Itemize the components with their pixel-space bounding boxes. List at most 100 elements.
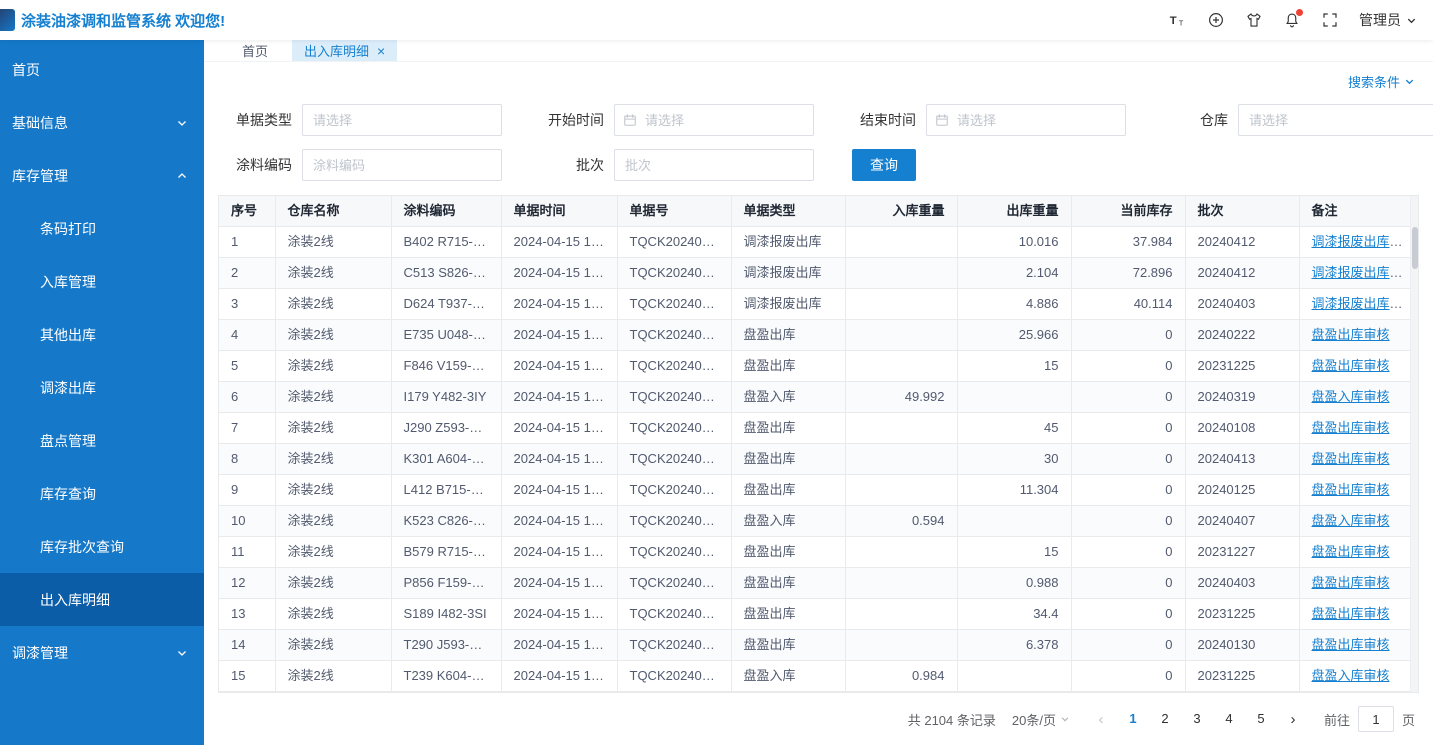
page-number-1[interactable]: 1 — [1120, 706, 1146, 732]
paint-code-input[interactable] — [302, 149, 502, 181]
main-area: 首页 出入库明细 × 搜索条件 单据类型 — [204, 40, 1433, 745]
circle-plus-icon[interactable] — [1207, 11, 1225, 29]
notification-bell-icon[interactable] — [1283, 11, 1301, 29]
fullscreen-icon[interactable] — [1321, 11, 1339, 29]
svg-text:T: T — [1179, 18, 1184, 27]
cell-index: 10 — [219, 506, 275, 537]
warehouse-select[interactable] — [1238, 104, 1433, 136]
remark-link[interactable]: 盘盈出库审核 — [1312, 575, 1390, 590]
cell-remark: 盘盈出库审核 — [1299, 568, 1418, 599]
page-number-5[interactable]: 5 — [1248, 706, 1274, 732]
sidebar-item-home[interactable]: 首页 — [0, 43, 204, 96]
theme-skin-icon[interactable] — [1245, 11, 1263, 29]
sidebar-subitem[interactable]: 库存批次查询 — [0, 520, 204, 573]
cell-warehouse-name: 涂装2线 — [275, 351, 391, 382]
remark-link[interactable]: 盘盈出库审核 — [1312, 544, 1390, 559]
cell-out-weight: 30 — [957, 444, 1071, 475]
cell-doc-time: 2024-04-15 14:... — [501, 599, 617, 630]
prev-page-button[interactable]: ‹ — [1090, 712, 1112, 727]
remark-link[interactable]: 盘盈出库审核 — [1312, 358, 1390, 373]
app-logo-icon — [0, 9, 15, 31]
sidebar-subitem[interactable]: 调漆出库 — [0, 361, 204, 414]
sidebar-item-basic-info[interactable]: 基础信息 — [0, 96, 204, 149]
sidebar-subitem[interactable]: 其他出库 — [0, 308, 204, 361]
cell-doc-type: 调漆报废出库 — [731, 227, 845, 258]
cell-doc-type: 盘盈出库 — [731, 320, 845, 351]
cell-warehouse-name: 涂装2线 — [275, 320, 391, 351]
batch-input[interactable] — [614, 149, 814, 181]
app-title: 涂装油漆调和监管系统 欢迎您! — [21, 10, 225, 31]
cell-out-weight: 10.016 — [957, 227, 1071, 258]
remark-link[interactable]: 盘盈出库审核 — [1312, 482, 1390, 497]
cell-in-weight — [845, 444, 957, 475]
tab-close-icon[interactable]: × — [377, 44, 385, 58]
cell-current-stock: 0 — [1071, 537, 1185, 568]
sidebar-item-paint-mixing[interactable]: 调漆管理 — [0, 626, 204, 679]
cell-doc-no: TQCK2024041.... — [617, 289, 731, 320]
cell-batch: 20240412 — [1185, 227, 1299, 258]
remark-link[interactable]: 盘盈入库审核 — [1312, 389, 1390, 404]
cell-doc-type: 调漆报废出库 — [731, 289, 845, 320]
remark-link[interactable]: 调漆报废出库审核 — [1312, 234, 1416, 249]
cell-doc-no: TQCK2024041.... — [617, 599, 731, 630]
cell-doc-type: 盘盈出库 — [731, 537, 845, 568]
cell-doc-type: 盘盈出库 — [731, 351, 845, 382]
page-number-3[interactable]: 3 — [1184, 706, 1210, 732]
remark-link[interactable]: 盘盈出库审核 — [1312, 606, 1390, 621]
cell-doc-time: 2024-04-15 14:... — [501, 444, 617, 475]
sidebar-subitem[interactable]: 库存查询 — [0, 467, 204, 520]
tab-inout-detail[interactable]: 出入库明细 × — [292, 40, 397, 61]
search-conditions-toggle[interactable]: 搜索条件 — [1348, 72, 1415, 91]
start-date-input[interactable] — [614, 104, 814, 136]
remark-link[interactable]: 调漆报废出库审核 — [1312, 296, 1416, 311]
remark-link[interactable]: 盘盈出库审核 — [1312, 420, 1390, 435]
page-size-select[interactable]: 20条/页 — [1012, 710, 1070, 729]
cell-paint-code: L412 B715-6LB — [391, 475, 501, 506]
user-menu[interactable]: 管理员 — [1359, 10, 1417, 30]
remark-link[interactable]: 盘盈出库审核 — [1312, 451, 1390, 466]
sidebar-item-inventory[interactable]: 库存管理 — [0, 149, 204, 202]
cell-index: 5 — [219, 351, 275, 382]
cell-doc-type: 盘盈入库 — [731, 382, 845, 413]
sidebar-subitem[interactable]: 出入库明细 — [0, 573, 204, 626]
page-content: 搜索条件 单据类型 开始时间 — [204, 62, 1433, 745]
table-row: 10涂装2线K523 C826-7MA2024-04-15 14:...TQCK… — [219, 506, 1418, 537]
cell-index: 4 — [219, 320, 275, 351]
sidebar-subitem[interactable]: 入库管理 — [0, 255, 204, 308]
cell-in-weight — [845, 568, 957, 599]
tab-label: 首页 — [242, 41, 268, 60]
field-label: 涂料编码 — [218, 155, 292, 175]
doc-type-select[interactable] — [302, 104, 502, 136]
sidebar-subitem[interactable]: 条码打印 — [0, 202, 204, 255]
goto-page-input[interactable] — [1358, 706, 1394, 732]
cell-doc-time: 2024-04-15 14:... — [501, 320, 617, 351]
app-root: 涂装油漆调和监管系统 欢迎您! TT 管理员 — [0, 0, 1433, 745]
end-date-input[interactable] — [926, 104, 1126, 136]
font-size-icon[interactable]: TT — [1169, 11, 1187, 29]
remark-link[interactable]: 调漆报废出库审核 — [1312, 265, 1416, 280]
cell-out-weight: 15 — [957, 351, 1071, 382]
table-row: 14涂装2线T290 J593-4TJ2024-04-15 14:...TQCK… — [219, 630, 1418, 661]
sidebar-subitem[interactable]: 盘点管理 — [0, 414, 204, 467]
tab-home[interactable]: 首页 — [230, 40, 280, 61]
field-doc-type: 单据类型 — [218, 104, 502, 136]
cell-out-weight: 34.4 — [957, 599, 1071, 630]
page-number-4[interactable]: 4 — [1216, 706, 1242, 732]
next-page-button[interactable]: › — [1282, 712, 1304, 727]
cell-doc-type: 盘盈出库 — [731, 444, 845, 475]
table-scrollbar[interactable] — [1410, 196, 1418, 692]
remark-link[interactable]: 盘盈入库审核 — [1312, 513, 1390, 528]
query-button[interactable]: 查询 — [852, 149, 916, 181]
table-row: 7涂装2线J290 Z593-4JZ2024-04-15 14:...TQCK2… — [219, 413, 1418, 444]
remark-link[interactable]: 盘盈出库审核 — [1312, 637, 1390, 652]
table-row: 1涂装2线B402 R715-6BR2024-04-15 15:...TQCK2… — [219, 227, 1418, 258]
chevron-down-icon — [176, 647, 188, 659]
cell-in-weight — [845, 289, 957, 320]
scrollbar-thumb[interactable] — [1412, 227, 1418, 269]
cell-batch: 20240319 — [1185, 382, 1299, 413]
page-number-2[interactable]: 2 — [1152, 706, 1178, 732]
remark-link[interactable]: 盘盈入库审核 — [1312, 668, 1390, 683]
cell-current-stock: 0 — [1071, 444, 1185, 475]
cell-doc-time: 2024-04-15 15:... — [501, 258, 617, 289]
remark-link[interactable]: 盘盈出库审核 — [1312, 327, 1390, 342]
